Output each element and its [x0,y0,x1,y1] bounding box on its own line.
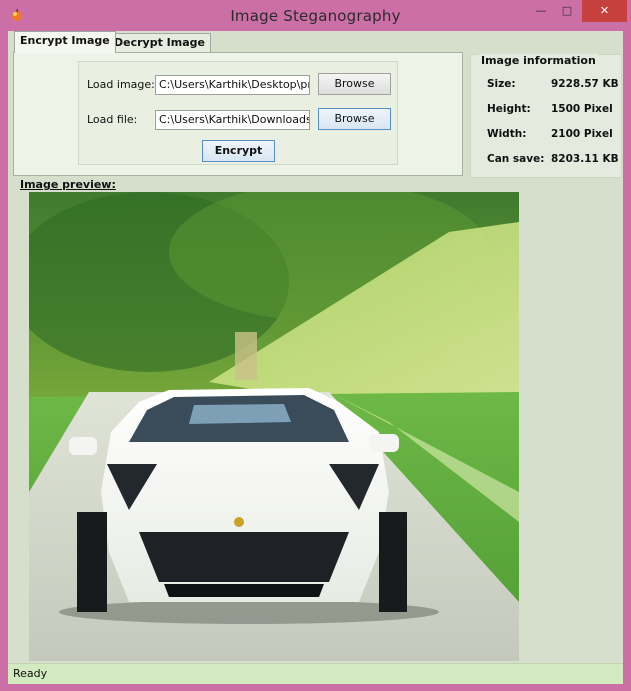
height-label: Height: [487,103,531,115]
image-information-group: Image information Size: 9228.57 KB Heigh… [470,54,622,178]
width-value: 2100 Pixel [551,128,613,140]
status-bar: Ready [8,663,623,684]
title-bar[interactable]: Image Steganography — □ ✕ [0,0,631,32]
close-button[interactable]: ✕ [582,0,627,22]
encrypt-group: Load image: C:\Users\Karthik\Desktop\pro… [78,61,398,165]
tab-encrypt-image[interactable]: Encrypt Image [14,31,116,53]
load-file-label: Load file: [87,113,138,126]
width-label: Width: [487,128,527,140]
encrypt-panel: Load image: C:\Users\Karthik\Desktop\pro… [13,52,463,176]
browse-file-button[interactable]: Browse [318,108,391,130]
load-file-field[interactable]: C:\Users\Karthik\Downloads\D [155,110,310,130]
cansave-label: Can save: [487,153,545,165]
app-window: Image Steganography — □ ✕ Encrypt Image … [0,0,631,691]
browse-image-button[interactable]: Browse [318,73,391,95]
size-value: 9228.57 KB [551,78,619,90]
tab-decrypt-image[interactable]: Decrypt Image [108,33,211,53]
client-area: Encrypt Image Decrypt Image Load image: … [8,31,623,684]
load-image-field[interactable]: C:\Users\Karthik\Desktop\proje [155,75,310,95]
cansave-value: 8203.11 KB [551,153,619,165]
size-label: Size: [487,78,516,90]
encrypt-button[interactable]: Encrypt [202,140,275,162]
image-information-title: Image information [479,54,598,67]
image-preview-label: Image preview: [20,178,116,191]
maximize-button[interactable]: □ [554,0,580,22]
status-text: Ready [13,667,48,680]
image-preview [29,192,519,661]
load-image-label: Load image: [87,78,155,91]
height-value: 1500 Pixel [551,103,613,115]
minimize-button[interactable]: — [528,0,554,22]
